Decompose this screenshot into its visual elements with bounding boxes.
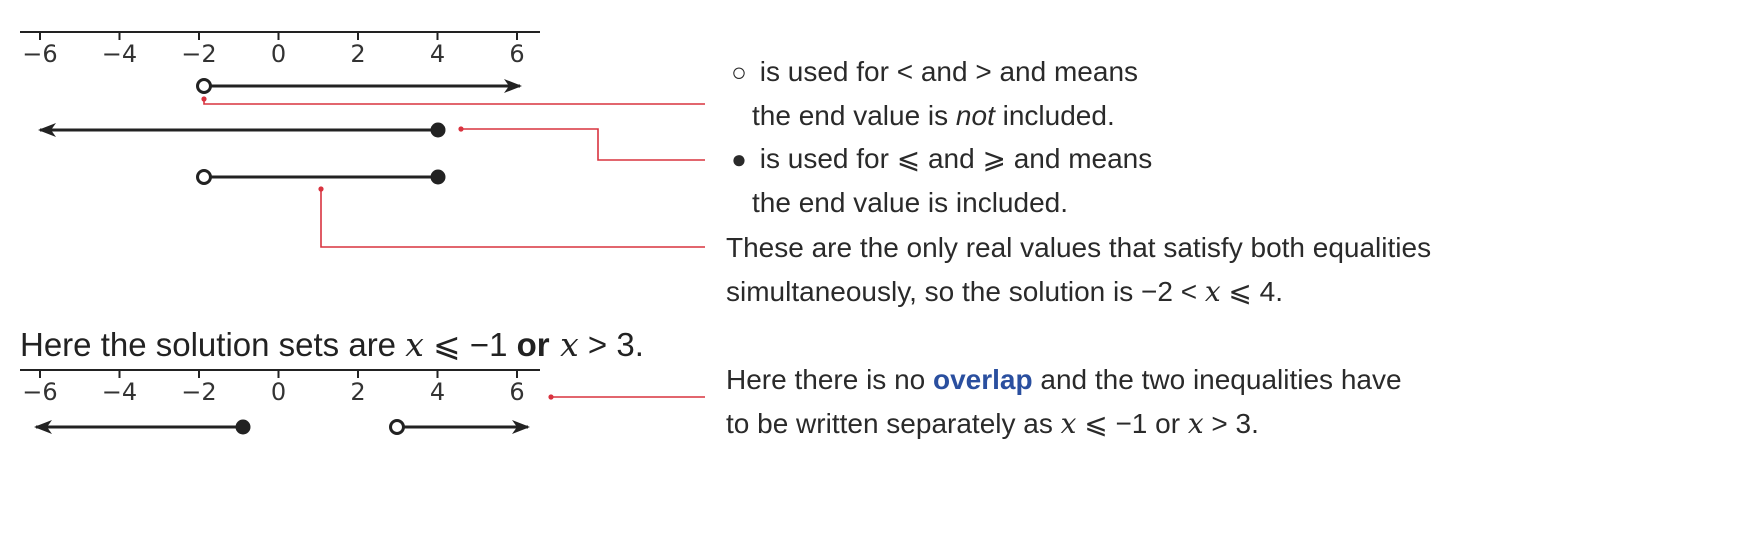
note-open-circle-line-2: the end value is not included. <box>726 94 1138 138</box>
note-open-circle-text-2c: included. <box>994 100 1115 131</box>
bottom-axis-tick-label: −6 <box>22 378 57 406</box>
note-open-circle: ○ is used for < and > and means the end … <box>726 50 1138 138</box>
note-overlap-line-1: These are the only real values that sati… <box>726 232 1432 263</box>
note-no-overlap-text-2b: ⩽ −1 or <box>1076 408 1188 439</box>
bottom-axis-tick-label: 0 <box>271 378 286 406</box>
textbook-figure: −6 −4 −2 0 2 4 6 −6 −4 −2 0 2 4 6 ○ is u… <box>0 0 1746 540</box>
heading-prefix: Here the solution sets are <box>20 326 406 363</box>
bottom-axis-tick-label: 6 <box>509 378 524 406</box>
top-axis-tick-label: 6 <box>509 40 524 68</box>
note-no-overlap-text-1a: Here there is no <box>726 364 933 395</box>
top-axis-tick-label: 0 <box>271 40 286 68</box>
bottom-axis-ticks: −6 −4 −2 0 2 4 6 <box>22 370 525 406</box>
note-no-overlap-variable-2: x <box>1187 407 1204 440</box>
top-axis-tick-label: −6 <box>22 40 57 68</box>
leader-closed-circle <box>463 128 705 161</box>
bottom-axis-tick-label: −2 <box>181 378 216 406</box>
bottom-solution-lines <box>34 419 530 435</box>
bottom-axis-tick-label: 2 <box>350 378 365 406</box>
note-open-circle-line-1: ○ is used for < and > and means <box>726 50 1138 94</box>
heading-relation-1: ⩽ −1 <box>423 326 517 363</box>
note-no-overlap-text-2a: to be written separately as <box>726 408 1061 439</box>
open-circle-3 <box>389 419 405 435</box>
note-overlap-text-2b: ⩽ 4. <box>1220 276 1284 307</box>
note-closed-circle-line-1: ● is used for ⩽ and ⩾ and means <box>726 137 1152 181</box>
note-no-overlap-text-1b: and the two inequalities have <box>1032 364 1402 395</box>
note-no-overlap-line-1: Here there is no overlap and the two ine… <box>726 358 1402 402</box>
leader-dot-closed-circle <box>458 126 464 132</box>
leader-dot-open-circle <box>201 96 207 102</box>
note-no-overlap-variable-1: x <box>1060 407 1077 440</box>
bottom-axis: −6 −4 −2 0 2 4 6 <box>20 369 540 406</box>
heading-variable-1: x <box>405 325 424 364</box>
top-axis-tick-label: 2 <box>350 40 365 68</box>
heading-variable-2: x <box>549 325 579 364</box>
note-open-circle-emphasis: not <box>955 100 995 131</box>
note-overlap-text-2a: simultaneously, so the solution is −2 < <box>726 276 1205 307</box>
note-overlap-variable: x <box>1204 275 1221 308</box>
solution-sets-heading: Here the solution sets are x ⩽ −1 or x >… <box>20 325 644 364</box>
note-closed-circle-text-2: the end value is included. <box>752 187 1068 218</box>
note-no-overlap: Here there is no overlap and the two ine… <box>726 358 1402 446</box>
open-circle-minus-2-a <box>196 78 212 94</box>
open-circle-minus-2-b <box>196 169 212 185</box>
filled-circle-icon: ● <box>731 144 747 174</box>
note-open-circle-text-2a: the end value is <box>752 100 956 131</box>
keyword-overlap: overlap <box>933 364 1033 395</box>
bottom-axis-tick-label: −4 <box>102 378 137 406</box>
top-axis-tick-label: 4 <box>430 40 445 68</box>
top-axis-ticks: −6 −4 −2 0 2 4 6 <box>22 32 525 68</box>
note-no-overlap-line-2: to be written separately as x ⩽ −1 or x … <box>726 402 1402 446</box>
note-overlap-line-2: simultaneously, so the solution is −2 < … <box>726 270 1431 314</box>
top-axis-tick-label: −2 <box>181 40 216 68</box>
closed-circle-4-a <box>430 122 446 138</box>
top-axis: −6 −4 −2 0 2 4 6 <box>20 31 540 68</box>
top-solution-lines <box>38 78 522 185</box>
note-overlap: These are the only real values that sati… <box>726 226 1431 314</box>
note-closed-circle: ● is used for ⩽ and ⩾ and means the end … <box>726 137 1152 225</box>
bottom-axis-tick-label: 4 <box>430 378 445 406</box>
leader-overlap <box>320 190 705 248</box>
closed-circle-4-b <box>430 169 446 185</box>
heading-or: or <box>516 326 550 363</box>
note-closed-circle-text-1: is used for ⩽ and ⩾ and means <box>752 143 1153 174</box>
leader-open-circle <box>203 98 705 105</box>
note-no-overlap-text-2c: > 3. <box>1203 408 1259 439</box>
note-open-circle-text-1: is used for < and > and means <box>752 56 1139 87</box>
heading-relation-2: > 3. <box>578 326 644 363</box>
open-circle-icon: ○ <box>731 57 747 87</box>
leader-dot-overlap <box>318 186 324 192</box>
leader-dot-no-overlap <box>548 394 554 400</box>
closed-circle-minus-1 <box>235 419 251 435</box>
top-axis-tick-label: −4 <box>102 40 137 68</box>
